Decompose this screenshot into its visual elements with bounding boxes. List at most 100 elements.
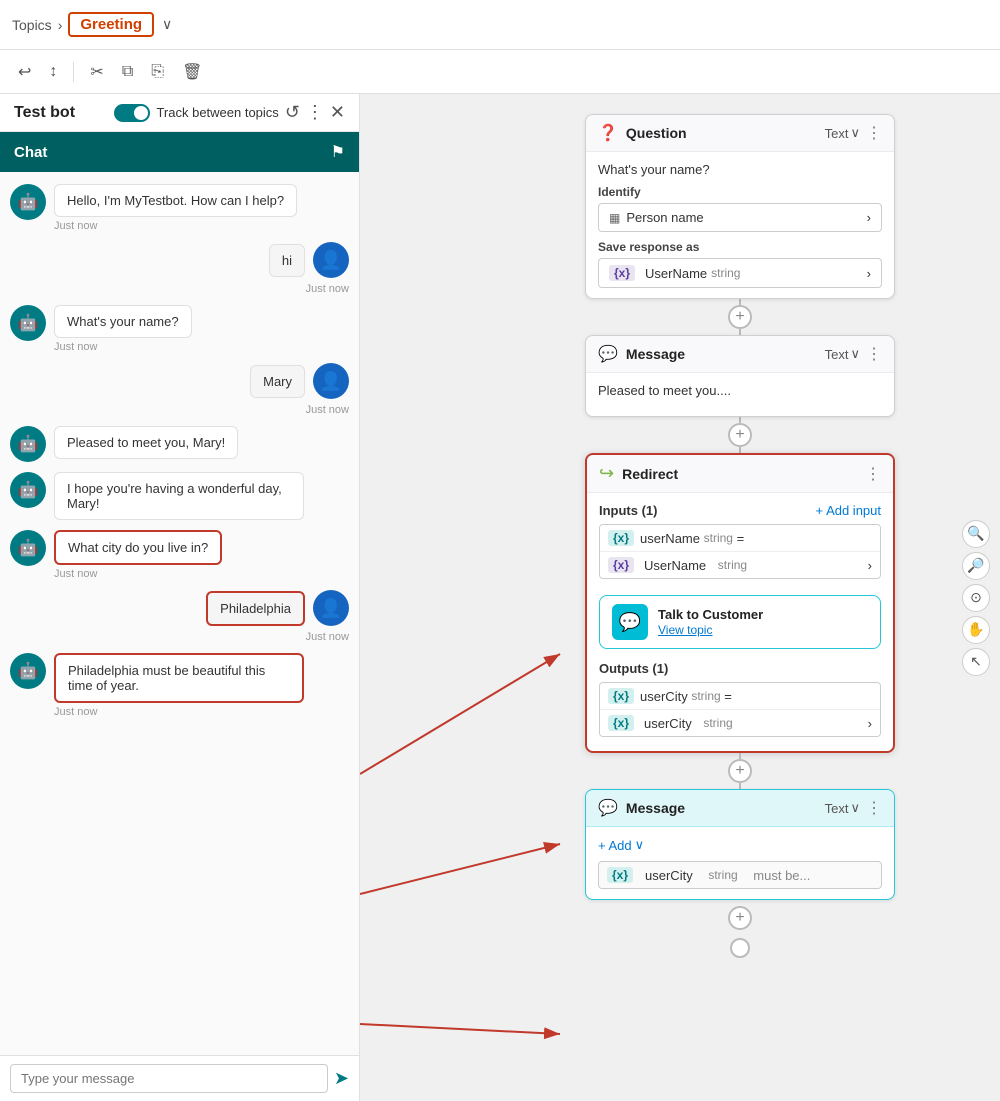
redirect-menu-button[interactable]: ⋮ (865, 464, 881, 484)
list-item: hi 👤 Just now (10, 242, 349, 295)
equals-sign: = (737, 531, 745, 546)
message-time: Just now (306, 404, 349, 416)
avatar: 👤 (313, 590, 349, 626)
usercity-type: string (708, 868, 737, 882)
undo-button[interactable]: ↩ (12, 58, 37, 86)
connector-3: + (728, 753, 752, 789)
output-row-bottom[interactable]: {x} userCity string › (600, 709, 880, 736)
node-header: ❓ Question Text ∨ ⋮ (586, 115, 894, 152)
output-equals: = (724, 689, 732, 704)
list-item: 🤖 I hope you're having a wonderful day, … (10, 472, 349, 520)
text-type-button[interactable]: Text ∨ (825, 346, 860, 362)
outputs-section: Outputs (1) {x} userCity string = (587, 655, 893, 751)
add-input-label: Add input (826, 503, 881, 518)
add-node-button-3[interactable]: + (728, 759, 752, 783)
redo-button[interactable]: ↕ (43, 59, 63, 85)
chat-input[interactable] (10, 1064, 328, 1093)
add-content-button[interactable]: + Add ∨ (598, 837, 644, 853)
track-toggle[interactable]: Track between topics (114, 104, 278, 122)
connector-2: + (728, 417, 752, 453)
track-label: Track between topics (156, 105, 278, 120)
user-message-row: Philadelphia 👤 (206, 590, 349, 626)
chat-flag-icon: ⚑ (331, 142, 345, 162)
text-type-button[interactable]: Text ∨ (825, 125, 860, 141)
node-menu-button[interactable]: ⋮ (866, 344, 882, 364)
toggle-switch[interactable] (114, 104, 150, 122)
plus-icon: + (815, 503, 823, 518)
zoom-in-button[interactable]: 🔍 (962, 520, 990, 548)
input-row-bottom[interactable]: {x} UserName string › (600, 551, 880, 578)
identify-chevron: › (867, 210, 871, 225)
type-label: Text (825, 126, 849, 141)
node-title: Question (626, 125, 687, 141)
bot-header-actions: Track between topics ↺ ⋮ ✕ (114, 102, 345, 123)
chat-header: Chat ⚑ (0, 132, 359, 172)
add-node-button-1[interactable]: + (728, 305, 752, 329)
text-type-button-2[interactable]: Text ∨ (825, 800, 860, 816)
user-message: hi (269, 244, 305, 277)
message-content: Pleased to meet you.... (598, 383, 882, 398)
chat-tab-label: Chat (14, 144, 47, 161)
identify-field[interactable]: ▦ Person name › (598, 203, 882, 232)
copy-button[interactable]: ⧉ (116, 59, 139, 85)
node-title-2: Message (626, 800, 685, 816)
talk-to-customer: 💬 Talk to Customer View topic (599, 595, 881, 649)
save-chevron: › (867, 266, 871, 281)
username-name: UserName (644, 558, 706, 573)
hand-tool-button[interactable]: ✋ (962, 616, 990, 644)
send-button[interactable]: ➤ (334, 1068, 349, 1089)
input-row-top: {x} userName string = (600, 525, 880, 551)
list-item: Mary 👤 Just now (10, 363, 349, 416)
greeting-caret[interactable]: ∨ (162, 16, 172, 33)
input-row-1: {x} userName string = {x} UserName (599, 524, 881, 579)
close-button[interactable]: ✕ (330, 102, 345, 123)
add-input-button[interactable]: + Add input (815, 503, 881, 518)
talk-icon: 💬 (612, 604, 648, 640)
save-response-field[interactable]: {x} UserName string › (598, 258, 882, 288)
list-item: 🤖 Philadelphia must be beautiful this ti… (10, 653, 349, 718)
delete-button[interactable]: 🗑 (176, 58, 208, 86)
end-circle (730, 938, 750, 958)
var-tag-teal: {x} (608, 715, 634, 731)
cut-button[interactable]: ✂ (84, 58, 109, 86)
output2-type: string (703, 716, 732, 730)
bot-message: Pleased to meet you, Mary! (54, 426, 238, 459)
paste-button[interactable]: ⎘ (145, 59, 170, 85)
main-area: Test bot Track between topics ↺ ⋮ ✕ Chat… (0, 94, 1000, 1101)
identify-field-left: ▦ Person name (609, 210, 704, 225)
node-menu-button[interactable]: ⋮ (866, 123, 882, 143)
canvas-area[interactable]: ❓ Question Text ∨ ⋮ What's your name? Id… (360, 94, 1000, 1101)
refresh-button[interactable]: ↺ (285, 102, 300, 123)
add-node-button-2[interactable]: + (728, 423, 752, 447)
add-label: + Add (598, 838, 632, 853)
var-tag: {x} (609, 265, 635, 281)
greeting-badge[interactable]: Greeting (68, 12, 154, 37)
type-caret-2: ∨ (850, 800, 860, 816)
output-row-1: {x} userCity string = {x} userCity (599, 682, 881, 737)
usercity-name: userCity (645, 868, 693, 883)
node-body: Pleased to meet you.... (586, 373, 894, 416)
message-time: Just now (54, 220, 297, 232)
message-time: Just now (54, 341, 192, 353)
question-icon: ❓ (598, 123, 618, 143)
node-title: Redirect (622, 466, 678, 482)
output-chevron: › (868, 716, 872, 731)
message-content-row: {x} userCity string must be... (598, 861, 882, 889)
bot-title: Test bot (14, 104, 75, 122)
var-tag-teal: {x} (608, 530, 634, 546)
input-chevron: › (868, 558, 872, 573)
add-node-button-4[interactable]: + (728, 906, 752, 930)
more-options-button[interactable]: ⋮ (306, 102, 324, 123)
save-response-label: Save response as (598, 240, 882, 254)
zoom-out-button[interactable]: 🔎 (962, 552, 990, 580)
list-item: 🤖 Hello, I'm MyTestbot. How can I help? … (10, 184, 349, 232)
save-var-name: UserName (645, 266, 707, 281)
node-menu-button-2[interactable]: ⋮ (866, 798, 882, 818)
reset-view-button[interactable]: ⊙ (962, 584, 990, 612)
avatar: 🤖 (10, 426, 46, 462)
node-title: Message (626, 346, 685, 362)
cursor-tool-button[interactable]: ↖ (962, 648, 990, 676)
topics-link[interactable]: Topics (12, 17, 52, 33)
talk-title: Talk to Customer (658, 607, 763, 622)
view-topic-link[interactable]: View topic (658, 623, 712, 637)
